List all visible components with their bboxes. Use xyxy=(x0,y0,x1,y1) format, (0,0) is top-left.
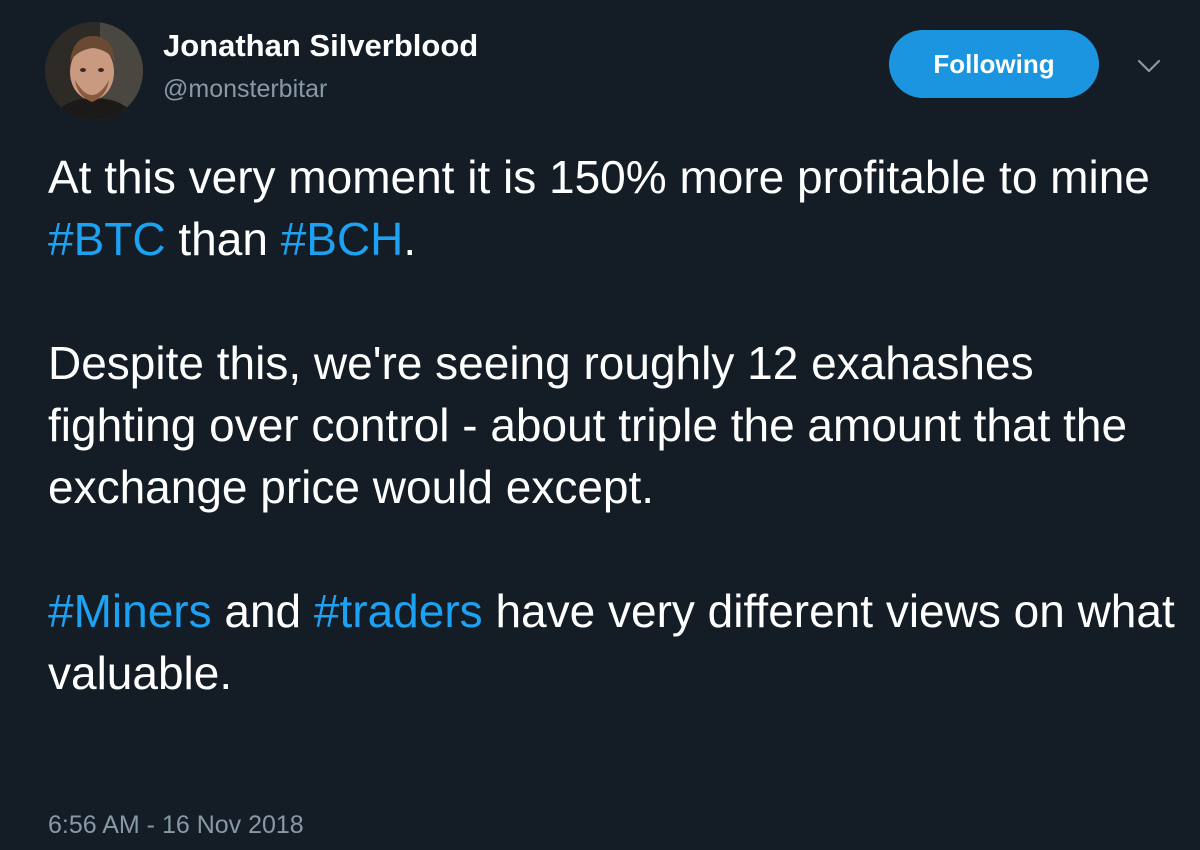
chevron-down-icon[interactable] xyxy=(1136,56,1162,76)
avatar[interactable] xyxy=(45,22,143,120)
tweet-paragraph-2: Despite this, we're seeing roughly 12 ex… xyxy=(48,332,1178,518)
tweet-text-segment: . xyxy=(403,213,417,265)
following-button-label: Following xyxy=(933,48,1055,79)
tweet-text-segment: Despite this, we're seeing roughly 12 ex… xyxy=(48,337,1128,513)
tweet-paragraph-3: #Miners and #traders have very different… xyxy=(48,580,1178,704)
tweet-card: Jonathan Silverblood @monsterbitar Follo… xyxy=(0,0,1200,850)
hashtag-traders[interactable]: #traders xyxy=(314,585,483,637)
author-handle[interactable]: @monsterbitar xyxy=(163,75,327,104)
tweet-paragraph-1: At this very moment it is 150% more prof… xyxy=(48,146,1178,270)
tweet-text-segment: and xyxy=(211,585,314,637)
hashtag-bch[interactable]: #BCH xyxy=(281,213,404,265)
chevron-down-icon-glyph xyxy=(1137,59,1161,73)
avatar-photo-icon xyxy=(45,22,143,120)
tweet-text: At this very moment it is 150% more prof… xyxy=(48,146,1178,704)
hashtag-btc[interactable]: #BTC xyxy=(48,213,166,265)
author-display-name[interactable]: Jonathan Silverblood xyxy=(163,28,478,64)
tweet-text-segment: than xyxy=(165,213,281,265)
tweet-timestamp[interactable]: 6:56 AM - 16 Nov 2018 xyxy=(48,811,304,840)
hashtag-miners[interactable]: #Miners xyxy=(48,585,212,637)
tweet-text-segment: At this very moment it is 150% more prof… xyxy=(48,151,1150,203)
following-button[interactable]: Following xyxy=(889,30,1099,98)
